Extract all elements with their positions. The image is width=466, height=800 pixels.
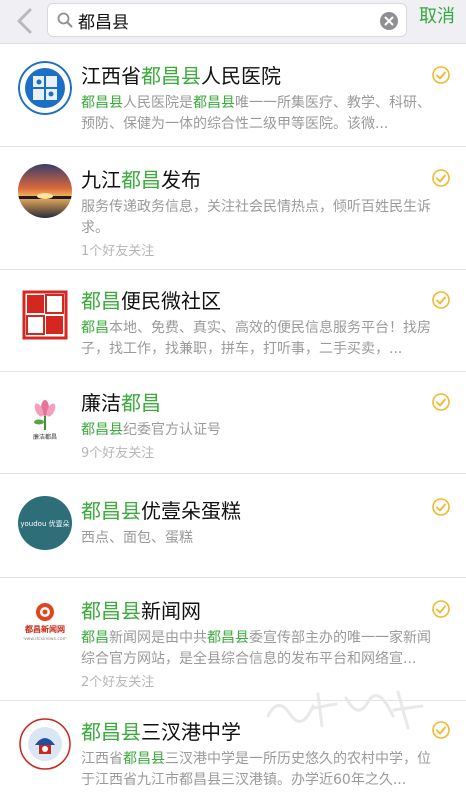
search-results-list: 江西省都昌县人民医院 都昌县人民医院是都昌县唯一一所集医疗、教学、科研、预防、保… bbox=[0, 45, 466, 800]
verified-check-icon bbox=[432, 393, 450, 411]
clear-icon[interactable] bbox=[380, 12, 398, 30]
list-item[interactable]: 都昌便民微社区 都昌本地、免费、真实、高效的便民信息服务平台！找房子，找工作，找… bbox=[0, 270, 466, 372]
verified-check-icon bbox=[432, 498, 450, 516]
list-item[interactable]: youdou 优壹朵 都昌县优壹朵蛋糕 西点、面包、蛋糕 bbox=[0, 474, 466, 578]
cancel-button[interactable]: 取消 bbox=[419, 5, 455, 29]
result-content: 廉洁都昌 都昌县纪委官方认证号 9个好友关注 bbox=[81, 390, 432, 463]
result-content: 都昌便民微社区 都昌本地、免费、真实、高效的便民信息服务平台！找房子，找工作，找… bbox=[81, 288, 432, 360]
result-description: 都昌县人民医院是都昌县唯一一所集医疗、教学、科研、预防、保健为一体的综合性二级甲… bbox=[81, 95, 431, 132]
cake-shop-logo-avatar: youdou 优壹朵 bbox=[18, 496, 72, 550]
result-content: 江西省都昌县人民医院 都昌县人民医院是都昌县唯一一所集医疗、教学、科研、预防、保… bbox=[81, 63, 432, 135]
result-title: 廉洁都昌 bbox=[81, 391, 161, 415]
list-item[interactable]: 都昌县三汊港中学 江西省都昌县三汊港中学是一所历史悠久的农村中学，位于江西省九江… bbox=[0, 701, 466, 800]
verified-check-icon bbox=[432, 600, 450, 618]
verified-check-icon bbox=[432, 291, 450, 309]
result-content: 都昌县三汊港中学 江西省都昌县三汊港中学是一所历史悠久的农村中学，位于江西省九江… bbox=[81, 719, 432, 791]
lotus-logo-avatar: 廉洁都昌 bbox=[18, 390, 72, 444]
news-site-logo-avatar: 都昌新闻网 www.dcxinews.com bbox=[18, 595, 72, 649]
result-content: 都昌县优壹朵蛋糕 西点、面包、蛋糕 bbox=[81, 498, 432, 549]
verified-check-icon bbox=[432, 66, 450, 84]
search-icon bbox=[57, 12, 73, 28]
svg-text:youdou 优壹朵: youdou 优壹朵 bbox=[20, 519, 69, 528]
verified-check-icon bbox=[432, 169, 450, 187]
list-item[interactable]: 廉洁都昌 廉洁都昌 都昌县纪委官方认证号 9个好友关注 bbox=[0, 372, 466, 474]
search-field[interactable] bbox=[47, 3, 407, 37]
list-item[interactable]: 九江都昌发布 服务传递政务信息，关注社会民情热点，倾听百姓民生诉求。 1个好友关… bbox=[0, 147, 466, 270]
friends-following-count: 1个好友关注 bbox=[81, 244, 155, 259]
result-title: 九江都昌发布 bbox=[81, 168, 201, 192]
result-description: 都昌县纪委官方认证号 bbox=[81, 422, 221, 438]
list-item[interactable]: 江西省都昌县人民医院 都昌县人民医院是都昌县唯一一所集医疗、教学、科研、预防、保… bbox=[0, 45, 466, 147]
result-description: 都昌本地、免费、真实、高效的便民信息服务平台！找房子，找工作，找兼职，拼车，打听… bbox=[81, 320, 431, 357]
result-title: 都昌县优壹朵蛋糕 bbox=[81, 499, 241, 523]
result-description: 服务传递政务信息，关注社会民情热点，倾听百姓民生诉求。 bbox=[81, 199, 431, 236]
result-content: 都昌县新闻网 都昌新闻网是由中共都昌县委宣传部主办的唯一一家新闻综合官方网站，是… bbox=[81, 598, 432, 692]
svg-text:廉洁都昌: 廉洁都昌 bbox=[33, 433, 57, 441]
list-item[interactable]: 都昌新闻网 www.dcxinews.com 都昌县新闻网 都昌新闻网是由中共都… bbox=[0, 578, 466, 701]
sunset-photo-avatar bbox=[18, 164, 72, 218]
svg-text:www.dcxinews.com: www.dcxinews.com bbox=[23, 636, 67, 642]
svg-text:都昌新闻网: 都昌新闻网 bbox=[24, 624, 65, 634]
result-content: 九江都昌发布 服务传递政务信息，关注社会民情热点，倾听百姓民生诉求。 1个好友关… bbox=[81, 167, 432, 261]
result-description: 江西省都昌县三汊港中学是一所历史悠久的农村中学，位于江西省九江市都昌县三汊港镇。… bbox=[81, 751, 431, 788]
back-chevron-icon[interactable] bbox=[14, 6, 36, 36]
result-title: 都昌县新闻网 bbox=[81, 599, 201, 623]
result-description: 西点、面包、蛋糕 bbox=[81, 530, 193, 546]
result-title: 都昌便民微社区 bbox=[81, 289, 221, 313]
verified-check-icon bbox=[432, 721, 450, 739]
result-title: 江西省都昌县人民医院 bbox=[81, 64, 281, 88]
result-description: 都昌新闻网是由中共都昌县委宣传部主办的唯一一家新闻综合官方网站，是全县综合信息的… bbox=[81, 630, 431, 667]
school-logo-avatar bbox=[18, 717, 72, 771]
friends-following-count: 9个好友关注 bbox=[81, 446, 155, 461]
hospital-logo-avatar bbox=[18, 61, 72, 115]
search-header: 取消 bbox=[0, 0, 466, 44]
seal-logo-avatar bbox=[18, 288, 72, 342]
result-title: 都昌县三汊港中学 bbox=[81, 720, 241, 744]
search-input[interactable] bbox=[78, 7, 378, 33]
friends-following-count: 2个好友关注 bbox=[81, 675, 155, 690]
